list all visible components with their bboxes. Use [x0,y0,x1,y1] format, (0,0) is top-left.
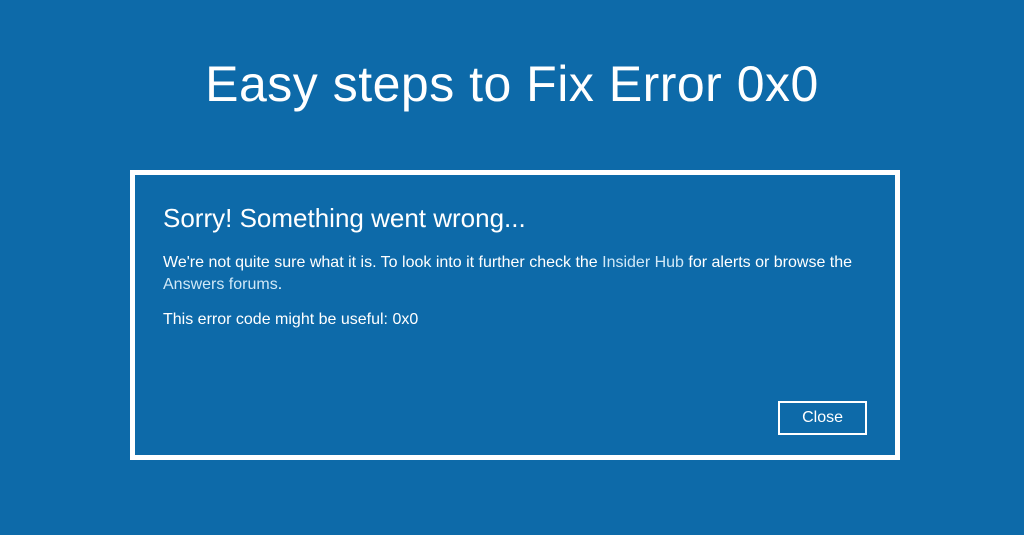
error-dialog: Sorry! Something went wrong... We're not… [130,170,900,460]
dialog-body: We're not quite sure what it is. To look… [163,252,867,297]
dialog-body-prefix: We're not quite sure what it is. To look… [163,254,602,271]
answers-forums-link[interactable]: Answers forums [163,276,278,293]
close-button[interactable]: Close [778,401,867,435]
insider-hub-link[interactable]: Insider Hub [602,254,684,271]
dialog-title: Sorry! Something went wrong... [163,203,867,234]
page-title: Easy steps to Fix Error 0x0 [0,0,1024,113]
dialog-body-mid: for alerts or browse the [684,254,852,271]
dialog-error-code: This error code might be useful: 0x0 [163,311,867,329]
dialog-body-suffix: . [278,276,282,293]
dialog-footer: Close [163,401,867,435]
